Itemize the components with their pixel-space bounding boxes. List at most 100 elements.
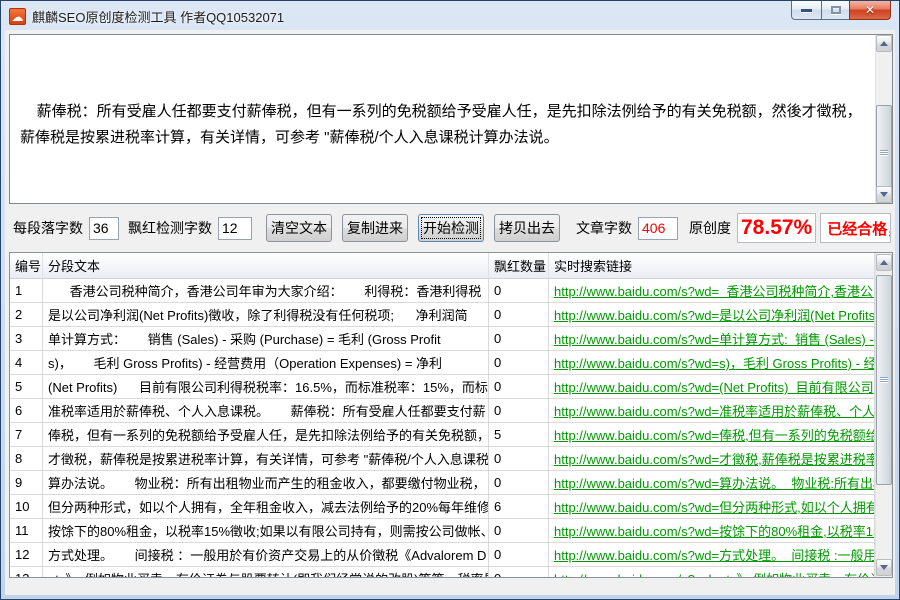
table-row: 3 单计算方式： 销售 (Sales) - 采购 (Purchase) = 毛利… bbox=[10, 327, 875, 351]
cell-search-link[interactable]: http://www.baidu.com/s?wd=俸税,但有一系列的免税额给 bbox=[549, 423, 875, 446]
cell-red-count: 0 bbox=[489, 471, 549, 494]
table-row: 5 (Net Profits) 目前有限公司利得税税率：16.5%，而标准税率：… bbox=[10, 375, 875, 399]
red-check-input[interactable] bbox=[218, 217, 252, 240]
toolbar: 每段落字数 飘红检测字数 清空文本 复制进来 开始检测 拷贝出去 文章字数 原创… bbox=[9, 208, 891, 248]
cell-search-link[interactable]: http://www.baidu.com/s?wd=算办法说。 物业税:所有出租 bbox=[549, 471, 875, 494]
copy-in-button[interactable]: 复制进来 bbox=[342, 214, 408, 242]
cell-id: 5 bbox=[10, 375, 43, 398]
table-scrollbar[interactable] bbox=[875, 253, 892, 577]
scroll-down-button[interactable] bbox=[876, 559, 892, 576]
originality-label: 原创度 bbox=[689, 218, 731, 238]
word-count-input[interactable] bbox=[638, 217, 678, 240]
cell-red-count: 0 bbox=[489, 543, 549, 566]
cell-segment-text: 香港公司税种简介，香港公司年审为大家介绍： 利得税：香港利得税 bbox=[43, 279, 489, 302]
cell-id: 10 bbox=[10, 495, 43, 518]
cell-segment-text: 是以公司净利润(Net Profits)徵收，除了利得税没有任何税项; 净利润简 bbox=[43, 303, 489, 326]
article-textarea[interactable]: 薪俸税：所有受雇人任都要支付薪俸税，但有一系列的免税额给予受雇人任，是先扣除法例… bbox=[9, 34, 893, 204]
cell-segment-text: 方式处理。 间接税 ：一般用於有价资产交易上的从价徵税《Advalorem D bbox=[43, 543, 489, 566]
table-row: 8 才徵税，薪俸税是按累进税率计算，有关详情，可参考 "薪俸税/个人入息课税计 … bbox=[10, 447, 875, 471]
red-check-label: 飘红检测字数 bbox=[128, 218, 212, 238]
close-icon: ✕ bbox=[865, 3, 875, 17]
thumb-grip-icon bbox=[880, 150, 888, 156]
start-check-button[interactable]: 开始检测 bbox=[418, 214, 484, 242]
window-title: 麒麟SEO原创度检测工具 作者QQ10532071 bbox=[32, 7, 284, 26]
cell-id: 6 bbox=[10, 399, 43, 422]
header-red-count: 飘红数量 bbox=[489, 253, 549, 278]
table-row: 1 香港公司税种简介，香港公司年审为大家介绍： 利得税：香港利得税 0 http… bbox=[10, 279, 875, 303]
header-search-link: 实时搜索链接 bbox=[549, 253, 875, 278]
paragraph: 薪俸税：所有受雇人任都要支付薪俸税，但有一系列的免税额给予受雇人任，是先扣除法例… bbox=[20, 99, 869, 151]
cell-search-link[interactable]: http://www.baidu.com/s?wd=是以公司净利润(Net Pr… bbox=[549, 303, 875, 326]
copy-out-button[interactable]: 拷贝出去 bbox=[494, 214, 560, 242]
clear-text-button[interactable]: 清空文本 bbox=[266, 214, 332, 242]
cell-search-link[interactable]: http://www.baidu.com/s?wd=s)，毛利 Gross Pr… bbox=[549, 351, 875, 374]
cell-search-link[interactable]: http://www.baidu.com/s?wd=按馀下的80%租金,以税率1… bbox=[549, 519, 875, 542]
table-row: 4 s)， 毛利 Gross Profits) - 经营费用（Operation… bbox=[10, 351, 875, 375]
cell-red-count: 0 bbox=[489, 375, 549, 398]
cell-id: 7 bbox=[10, 423, 43, 446]
para-words-label: 每段落字数 bbox=[13, 218, 83, 238]
cell-red-count: 6 bbox=[489, 495, 549, 518]
cell-segment-text: uty》，例如物业买卖、有价证券与股票转让(即我们经常说的改股)等等，税率是按 bbox=[43, 567, 489, 577]
minimize-icon bbox=[801, 9, 812, 12]
title-bar[interactable]: ☁ 麒麟SEO原创度检测工具 作者QQ10532071 ✕ bbox=[1, 1, 899, 30]
cell-id: 4 bbox=[10, 351, 43, 374]
cell-segment-text: 准税率适用於薪俸税、个人入息课税。 薪俸税：所有受雇人任都要支付薪 bbox=[43, 399, 489, 422]
maximize-button[interactable] bbox=[821, 1, 849, 20]
cell-id: 13 bbox=[10, 567, 43, 577]
cell-red-count: 0 bbox=[489, 399, 549, 422]
cell-id: 12 bbox=[10, 543, 43, 566]
cell-id: 8 bbox=[10, 447, 43, 470]
para-words-input[interactable] bbox=[89, 217, 119, 240]
cell-id: 1 bbox=[10, 279, 43, 302]
table-row: 13 uty》，例如物业买卖、有价证券与股票转让(即我们经常说的改股)等等，税率… bbox=[10, 567, 875, 577]
cell-segment-text: 但分两种形式，如以个人拥有，全年租金收入，减去法例给予的20%每年维修费用， bbox=[43, 495, 489, 518]
app-cloud-icon: ☁ bbox=[9, 8, 26, 25]
table-row: 9 算办法说。 物业税：所有出租物业而产生的租金收入，都要缴付物业税， 0 ht… bbox=[10, 471, 875, 495]
app-window: ☁ 麒麟SEO原创度检测工具 作者QQ10532071 ✕ 薪俸税：所有受雇人任… bbox=[0, 0, 900, 600]
minimize-button[interactable] bbox=[791, 1, 821, 20]
cell-id: 2 bbox=[10, 303, 43, 326]
originality-value: 78.57% bbox=[737, 213, 816, 243]
cell-search-link[interactable]: http://www.baidu.com/s?wd=才徵税,薪俸税是按累进税率 bbox=[549, 447, 875, 470]
cell-segment-text: 按馀下的80%租金，以税率15%徵收;如果以有限公司持有，则需按公司做帐、审计 bbox=[43, 519, 489, 542]
cell-segment-text: 算办法说。 物业税：所有出租物业而产生的租金收入，都要缴付物业税， bbox=[43, 471, 489, 494]
thumb-grip-icon bbox=[880, 377, 888, 383]
cell-red-count: 0 bbox=[489, 351, 549, 374]
cell-search-link[interactable]: http://www.baidu.com/s?wd=单计算方式: 销售 (Sal… bbox=[549, 327, 875, 350]
table-row: 7 俸税，但有一系列的免税额给予受雇人任，是先扣除法例给予的有关免税额，然後 5… bbox=[10, 423, 875, 447]
maximize-icon bbox=[831, 6, 841, 14]
table-content: 编号 分段文本 飘红数量 实时搜索链接 1 香港公司税种简介，香港公司年审为大家… bbox=[10, 253, 875, 577]
cell-search-link[interactable]: http://www.baidu.com/s?wd=但分两种形式,如以个人拥有 bbox=[549, 495, 875, 518]
cell-red-count: 0 bbox=[489, 279, 549, 302]
header-id: 编号 bbox=[10, 253, 43, 278]
arrow-up-icon bbox=[880, 260, 888, 265]
arrow-down-icon bbox=[880, 565, 888, 570]
scroll-up-button[interactable] bbox=[876, 254, 892, 271]
cell-search-link[interactable]: http://www.baidu.com/s?wd=准税率适用於薪俸税、个人 bbox=[549, 399, 875, 422]
textarea-scrollbar[interactable] bbox=[875, 35, 892, 203]
cell-id: 9 bbox=[10, 471, 43, 494]
arrow-up-icon bbox=[880, 41, 888, 46]
status-badge: 已经合格，有待提升 bbox=[820, 213, 891, 243]
cell-red-count: 0 bbox=[489, 567, 549, 577]
scroll-thumb[interactable] bbox=[876, 275, 892, 485]
word-count-label: 文章字数 bbox=[576, 218, 632, 238]
cell-segment-text: (Net Profits) 目前有限公司利得税税率：16.5%，而标准税率：15… bbox=[43, 375, 489, 398]
article-text[interactable]: 薪俸税：所有受雇人任都要支付薪俸税，但有一系列的免税额给予受雇人任，是先扣除法例… bbox=[10, 35, 875, 203]
table-row: 12 方式处理。 间接税 ：一般用於有价资产交易上的从价徵税《Advalorem… bbox=[10, 543, 875, 567]
cell-search-link[interactable]: http://www.baidu.com/s?wd=方式处理。 间接税 :一般用 bbox=[549, 543, 875, 566]
table-row: 11 按馀下的80%租金，以税率15%徵收;如果以有限公司持有，则需按公司做帐、… bbox=[10, 519, 875, 543]
scroll-up-button[interactable] bbox=[876, 35, 892, 52]
cell-search-link[interactable]: http://www.baidu.com/s?wd=uty》,例如物业买卖、有价… bbox=[549, 567, 875, 577]
cell-search-link[interactable]: http://www.baidu.com/s?wd=(Net Profits) … bbox=[549, 375, 875, 398]
cell-segment-text: s)， 毛利 Gross Profits) - 经营费用（Operation E… bbox=[43, 351, 489, 374]
cell-id: 11 bbox=[10, 519, 43, 542]
cell-id: 3 bbox=[10, 327, 43, 350]
scroll-down-button[interactable] bbox=[876, 186, 892, 203]
caption-buttons: ✕ bbox=[791, 1, 891, 20]
cell-search-link[interactable]: http://www.baidu.com/s?wd= 香港公司税种简介,香港公司 bbox=[549, 279, 875, 302]
table-header: 编号 分段文本 飘红数量 实时搜索链接 bbox=[10, 253, 875, 279]
close-button[interactable]: ✕ bbox=[849, 1, 891, 20]
table-row: 10 但分两种形式，如以个人拥有，全年租金收入，减去法例给予的20%每年维修费用… bbox=[10, 495, 875, 519]
